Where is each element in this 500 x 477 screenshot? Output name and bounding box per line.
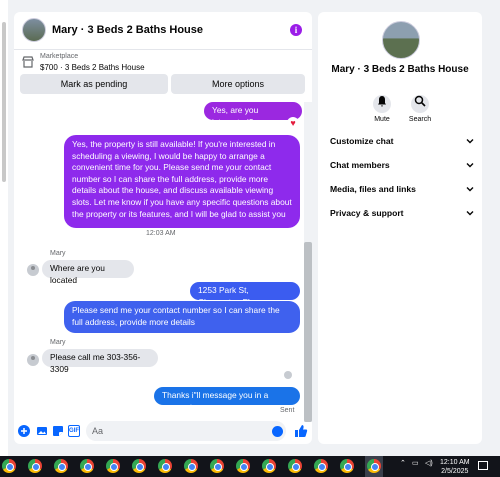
chat-details-panel: Mary · 3 Beds 2 Baths House Mute Search … [318, 12, 482, 444]
sent-status: Sent [280, 407, 295, 414]
message-timestamp: 12:03 AM [146, 230, 176, 237]
mark-pending-button[interactable]: Mark as pending [20, 74, 168, 94]
chevron-down-icon [466, 139, 474, 144]
marketplace-icon [22, 56, 34, 68]
gif-icon[interactable]: GIF [68, 425, 80, 437]
chrome-icon[interactable] [158, 459, 172, 473]
chat-members-section[interactable]: Chat members [330, 160, 474, 174]
section-label: Customize chat [330, 136, 394, 146]
message-incoming[interactable]: Where are you located [42, 260, 134, 285]
message-outgoing[interactable]: Yes, the property is still available! If… [64, 135, 300, 228]
chat-scrollbar[interactable] [304, 242, 312, 422]
tray-chevron-icon[interactable]: ⌃ [400, 459, 406, 467]
left-page-edge [0, 0, 8, 456]
chrome-icon[interactable] [106, 459, 120, 473]
listing-summary: $700 · 3 Beds 2 Baths House [40, 63, 145, 72]
message-input[interactable]: Aa [86, 421, 286, 441]
message-incoming[interactable]: Please call me 303-356-3309 [42, 349, 158, 374]
chrome-icon[interactable] [314, 459, 328, 473]
chrome-icon[interactable] [262, 459, 276, 473]
section-label: Media, files and links [330, 184, 416, 194]
chat-title[interactable]: Mary · 3 Beds 2 Baths House [52, 24, 203, 36]
windows-taskbar: ⌃ ▭ ◁) 12:10 AM 2/5/2025 [0, 456, 500, 477]
chevron-down-icon [466, 211, 474, 216]
sender-name: Mary [50, 250, 66, 257]
message-outgoing[interactable]: Yes, are you interested? [204, 102, 302, 127]
volume-icon[interactable]: ◁) [425, 459, 433, 467]
chat-header: Mary · 3 Beds 2 Baths House i [14, 12, 312, 50]
sticker-icon[interactable] [52, 425, 64, 437]
chrome-icon[interactable] [210, 459, 224, 473]
seen-avatar-icon [284, 371, 292, 379]
listing-avatar[interactable] [22, 18, 46, 42]
sender-avatar[interactable] [27, 354, 39, 366]
message-outgoing[interactable]: Thanks i"ll message you in a moment [154, 387, 300, 412]
privacy-support-section[interactable]: Privacy & support [330, 208, 474, 222]
mute-button[interactable]: Mute [362, 92, 402, 123]
clock-time: 12:10 AM [440, 459, 470, 466]
section-label: Chat members [330, 160, 390, 170]
search-button[interactable]: Search [400, 92, 440, 123]
panel-avatar[interactable] [382, 21, 420, 59]
taskbar-clock[interactable]: 12:10 AM 2/5/2025 [440, 458, 470, 476]
chat-window: Mary · 3 Beds 2 Baths House i Marketplac… [14, 12, 312, 444]
message-composer: GIF Aa [14, 418, 312, 444]
thumbs-up-icon[interactable] [294, 424, 308, 437]
page-scrollbar[interactable] [2, 22, 6, 182]
customize-chat-section[interactable]: Customize chat [330, 136, 474, 150]
active-app-icon[interactable] [367, 459, 381, 473]
chrome-icon[interactable] [80, 459, 94, 473]
marketplace-label: Marketplace [40, 53, 79, 60]
chrome-icon[interactable] [28, 459, 42, 473]
sender-avatar[interactable] [27, 264, 39, 276]
section-label: Privacy & support [330, 208, 404, 218]
plus-circle-icon[interactable] [18, 425, 30, 437]
message-outgoing[interactable]: Please send me your contact number so I … [64, 301, 300, 333]
chevron-down-icon [466, 163, 474, 168]
chrome-icon[interactable] [340, 459, 354, 473]
mute-label: Mute [374, 116, 390, 123]
chrome-icon[interactable] [2, 459, 16, 473]
chrome-icon[interactable] [184, 459, 198, 473]
info-icon[interactable]: i [290, 24, 302, 36]
network-icon[interactable]: ▭ [412, 459, 419, 467]
message-outgoing[interactable]: 1253 Park St, Clearwater, FL [190, 282, 300, 307]
chrome-icon[interactable] [288, 459, 302, 473]
clock-date: 2/5/2025 [441, 468, 469, 475]
panel-title: Mary · 3 Beds 2 Baths House [331, 64, 469, 75]
search-icon [411, 95, 429, 113]
heart-reaction-icon[interactable]: ♥ [287, 117, 299, 129]
media-files-section[interactable]: Media, files and links [330, 184, 474, 198]
chevron-down-icon [466, 187, 474, 192]
search-label: Search [408, 116, 432, 123]
chrome-icon[interactable] [132, 459, 146, 473]
notification-icon[interactable] [478, 461, 488, 470]
more-options-button[interactable]: More options [171, 74, 305, 94]
chrome-icon[interactable] [236, 459, 250, 473]
bell-icon [373, 95, 391, 113]
image-icon[interactable] [36, 425, 48, 437]
emoji-icon[interactable] [272, 426, 283, 437]
sender-name: Mary [50, 339, 66, 346]
chrome-icon[interactable] [54, 459, 68, 473]
